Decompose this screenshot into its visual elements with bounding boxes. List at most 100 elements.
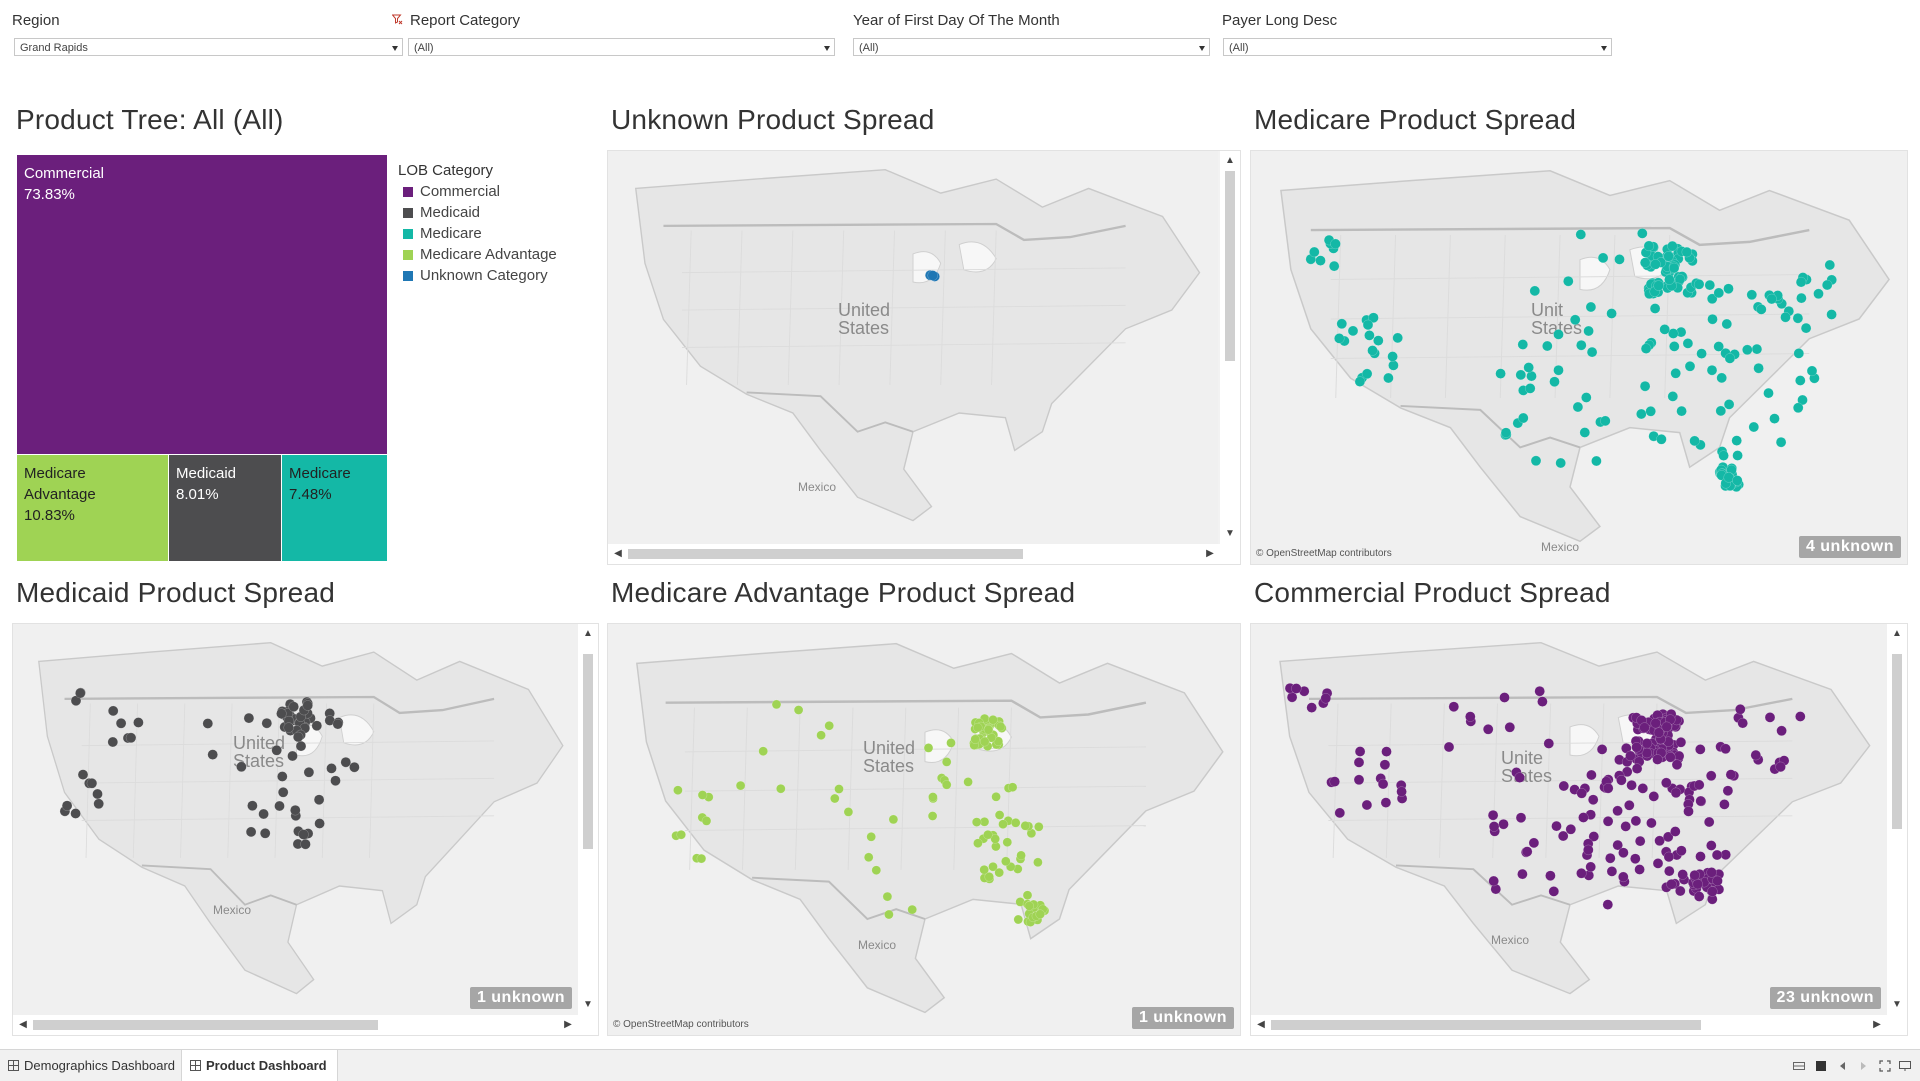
previous-sheet-icon[interactable] bbox=[1837, 1060, 1849, 1072]
funnel-icon[interactable] bbox=[392, 14, 403, 25]
location-dot bbox=[1329, 776, 1340, 787]
scroll-left-icon[interactable]: ◀ bbox=[1254, 1018, 1268, 1032]
horizontal-scrollbar[interactable]: ◀ ▶ bbox=[608, 544, 1220, 564]
treemap-cell-medicare[interactable]: Medicare 7.48% bbox=[282, 455, 387, 561]
vertical-scrollbar[interactable]: ▲ ▼ bbox=[1887, 624, 1907, 1015]
scrollbar-thumb[interactable] bbox=[628, 549, 1023, 559]
location-dot bbox=[1766, 293, 1777, 305]
scroll-down-icon[interactable]: ▼ bbox=[1223, 527, 1237, 541]
scroll-up-icon[interactable]: ▲ bbox=[1223, 154, 1237, 168]
location-dot bbox=[1682, 338, 1694, 349]
location-dot bbox=[1387, 351, 1398, 362]
location-dot bbox=[1705, 770, 1717, 782]
map-canvas[interactable]: UnitStatesMexico bbox=[1251, 151, 1908, 565]
location-dot bbox=[1354, 376, 1366, 387]
medicare-advantage-product-map[interactable]: United States Mexico © OpenStreetMap contr… bbox=[607, 623, 1241, 1036]
tab-view-icon[interactable] bbox=[1815, 1060, 1827, 1072]
commercial-product-map[interactable]: Unite States Mexico 23 unknown ▲ ▼ ◀ ▶ bbox=[1250, 623, 1908, 1036]
treemap-cell-medicaid[interactable]: Medicaid 8.01% bbox=[169, 455, 281, 561]
map-canvas[interactable]: UniteStates Mexico bbox=[1251, 624, 1889, 1017]
chevron-down-icon bbox=[392, 46, 398, 51]
location-dot bbox=[995, 721, 1006, 732]
location-dot bbox=[758, 746, 768, 756]
legend-item-medicare[interactable]: Medicare bbox=[398, 223, 557, 244]
scroll-left-icon[interactable]: ◀ bbox=[16, 1018, 30, 1032]
dropdown-value: (All) bbox=[1229, 42, 1249, 54]
location-dot bbox=[1776, 725, 1787, 737]
location-dot bbox=[1515, 812, 1527, 823]
location-dot bbox=[1826, 309, 1837, 320]
scrollbar-thumb[interactable] bbox=[1225, 171, 1235, 361]
map-canvas[interactable]: UnitedStatesMexico bbox=[608, 151, 1218, 544]
unknown-badge[interactable]: 1 unknown bbox=[1131, 1007, 1234, 1029]
scrollbar-thumb[interactable] bbox=[1271, 1020, 1701, 1030]
scroll-up-icon[interactable]: ▲ bbox=[1890, 627, 1904, 641]
location-dot bbox=[863, 852, 874, 863]
medicaid-product-map[interactable]: United States Mexico 1 unknown ▲ ▼ ◀ ▶ bbox=[12, 623, 599, 1036]
scroll-right-icon[interactable]: ▶ bbox=[1870, 1018, 1884, 1032]
treemap-cell-medicare-advantage[interactable]: Medicare Advantage 10.83% bbox=[17, 455, 168, 561]
next-sheet-icon[interactable] bbox=[1857, 1060, 1869, 1072]
fullscreen-icon[interactable] bbox=[1879, 1060, 1891, 1072]
location-dot bbox=[1746, 289, 1758, 301]
scrollbar-thumb[interactable] bbox=[583, 654, 593, 849]
horizontal-scrollbar[interactable]: ◀ ▶ bbox=[1251, 1015, 1887, 1035]
location-dot bbox=[735, 780, 746, 791]
location-dot bbox=[994, 810, 1005, 820]
chevron-down-icon bbox=[824, 46, 830, 51]
filmstrip-view-icon[interactable] bbox=[1793, 1060, 1805, 1072]
scroll-right-icon[interactable]: ▶ bbox=[561, 1018, 575, 1032]
location-dot bbox=[1367, 345, 1378, 356]
tab-demographics-dashboard[interactable]: Demographics Dashboard bbox=[0, 1050, 185, 1081]
scroll-left-icon[interactable]: ◀ bbox=[611, 547, 625, 561]
unknown-badge[interactable]: 4 unknown bbox=[1798, 536, 1901, 558]
location-dot bbox=[998, 819, 1008, 829]
location-dot bbox=[261, 717, 273, 729]
location-dot bbox=[1695, 795, 1706, 807]
scrollbar-thumb[interactable] bbox=[1892, 654, 1902, 829]
tab-product-dashboard[interactable]: Product Dashboard bbox=[181, 1050, 338, 1081]
legend-item-medicare-advantage[interactable]: Medicare Advantage bbox=[398, 244, 557, 265]
legend-item-commercial[interactable]: Commercial bbox=[398, 181, 557, 202]
medicare-product-map[interactable]: Unit States Mexico © OpenStreetMap contrib… bbox=[1250, 150, 1908, 565]
filter-region: Region Grand Rapids bbox=[10, 12, 403, 56]
dropdown-value: (All) bbox=[859, 42, 879, 54]
presentation-mode-icon[interactable] bbox=[1899, 1060, 1911, 1072]
vertical-scrollbar[interactable]: ▲ ▼ bbox=[578, 624, 598, 1015]
payer-dropdown[interactable]: (All) bbox=[1223, 38, 1612, 56]
location-dot bbox=[1521, 846, 1533, 857]
report-category-dropdown[interactable]: (All) bbox=[408, 38, 835, 56]
scroll-up-icon[interactable]: ▲ bbox=[581, 627, 595, 641]
location-dot bbox=[1793, 348, 1805, 359]
year-dropdown[interactable]: (All) bbox=[853, 38, 1210, 56]
region-dropdown[interactable]: Grand Rapids bbox=[14, 38, 403, 56]
location-dot bbox=[973, 838, 983, 848]
map-canvas[interactable]: UnitedStatesMexico bbox=[608, 624, 1241, 1036]
location-dot bbox=[1643, 240, 1655, 252]
location-dot bbox=[1618, 847, 1629, 858]
scroll-down-icon[interactable]: ▼ bbox=[581, 998, 595, 1012]
location-dot bbox=[1756, 304, 1767, 315]
lob-legend: LOB Category Commercial Medicaid Medicar… bbox=[398, 162, 557, 286]
unknown-badge[interactable]: 1 unknown bbox=[469, 987, 572, 1009]
unknown-badge[interactable]: 23 unknown bbox=[1769, 987, 1881, 1009]
legend-item-unknown-category[interactable]: Unknown Category bbox=[398, 265, 557, 286]
location-dot bbox=[245, 826, 257, 838]
horizontal-scrollbar[interactable]: ◀ ▶ bbox=[13, 1015, 578, 1035]
location-dot bbox=[1692, 878, 1703, 890]
vertical-scrollbar[interactable]: ▲ ▼ bbox=[1220, 151, 1240, 544]
scroll-right-icon[interactable]: ▶ bbox=[1203, 547, 1217, 561]
legend-item-medicaid[interactable]: Medicaid bbox=[398, 202, 557, 223]
location-dot bbox=[1795, 711, 1806, 722]
location-dot bbox=[1653, 280, 1664, 291]
location-dot bbox=[1586, 769, 1597, 781]
treemap-title: Product Tree: All (All) bbox=[16, 104, 284, 135]
location-dot bbox=[1637, 228, 1648, 239]
treemap-cell-commercial[interactable]: Commercial 73.83% bbox=[17, 155, 387, 454]
scrollbar-thumb[interactable] bbox=[33, 1020, 378, 1030]
unknown-product-map[interactable]: United States Mexico ▲ ▼ ◀ ▶ bbox=[607, 150, 1241, 565]
location-dot bbox=[843, 807, 854, 817]
map-canvas[interactable]: UnitedStatesMexico bbox=[13, 624, 580, 1017]
scroll-down-icon[interactable]: ▼ bbox=[1890, 998, 1904, 1012]
map-attribution: © OpenStreetMap contributors bbox=[1256, 548, 1392, 559]
